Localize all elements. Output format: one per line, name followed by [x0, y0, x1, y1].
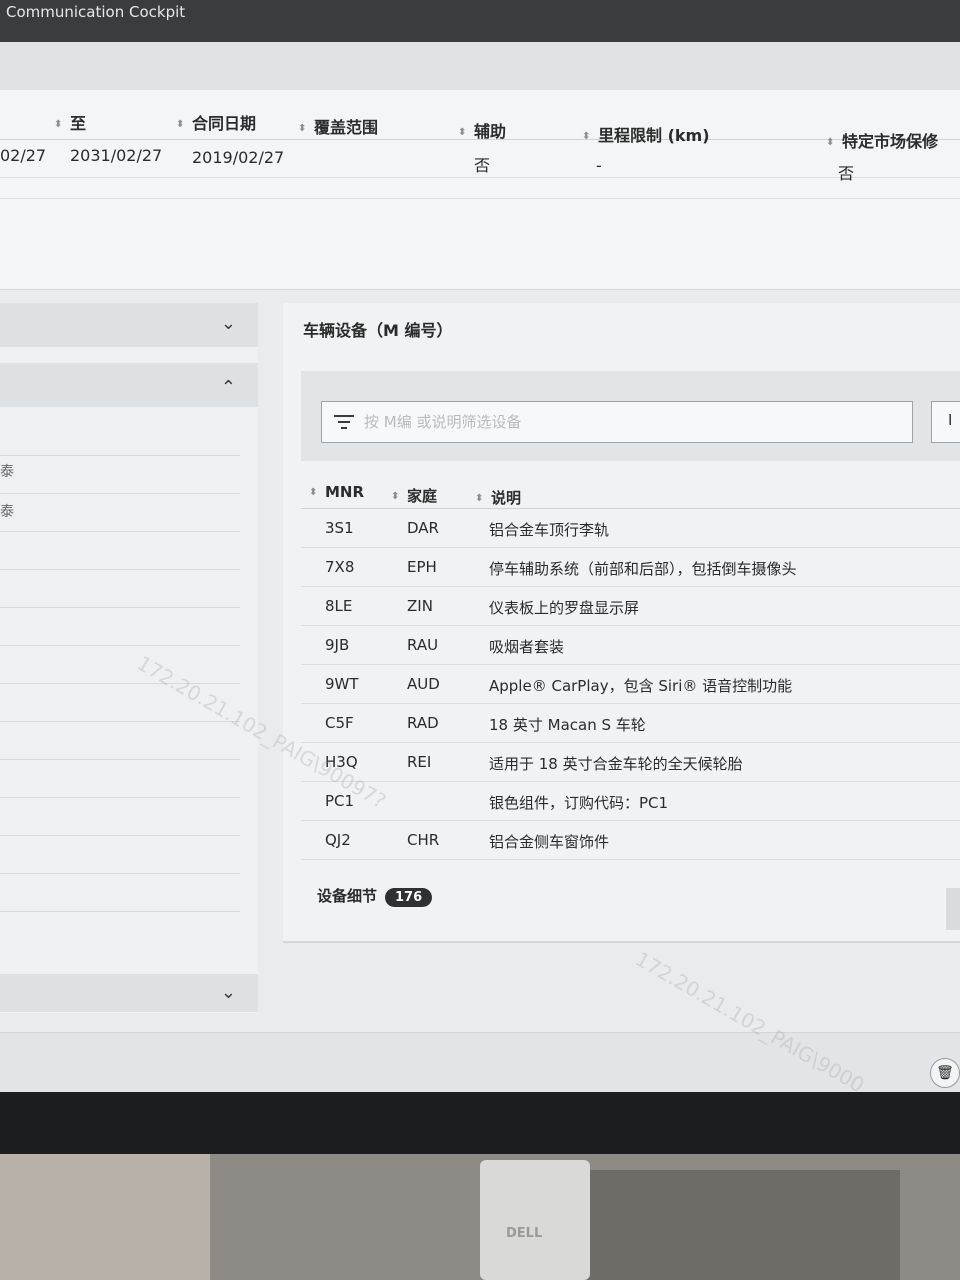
desk-item — [0, 1154, 210, 1280]
divider — [0, 198, 960, 199]
equipment-filter-input[interactable]: 按 M编 或说明筛选设备 — [321, 401, 913, 443]
accordion-collapsed-bottom[interactable]: ⌄ — [0, 974, 258, 1012]
divider — [0, 607, 240, 608]
contract-table: ⬍ 至 ⬍ 合同日期 ⬍ 覆盖范围 ⬍ 辅助 ⬍ 里程限制 (km) ⬍ 特定市场保修 02… — [0, 90, 960, 290]
sort-icon: ⬍ — [54, 118, 63, 130]
left-panel: ⌄ ⌃ 泰 泰 — [0, 303, 258, 1013]
chevron-down-icon: ⌄ — [220, 313, 236, 334]
cell-from: 02/27 — [0, 146, 47, 165]
equipment-table-header: ⬍ MNR ⬍ 家庭 ⬍ 说明 — [301, 475, 960, 509]
divider — [0, 759, 240, 760]
divider — [0, 683, 240, 684]
accordion-expanded[interactable]: ⌃ — [0, 363, 258, 407]
sort-icon: ⬍ — [391, 490, 400, 502]
sort-icon: ⬍ — [298, 122, 307, 134]
summary-label: 设备细节 — [317, 887, 378, 905]
divider — [0, 873, 240, 874]
sort-icon: ⬍ — [176, 118, 185, 130]
cell-to: 2031/02/27 — [70, 146, 163, 165]
col-header-assist[interactable]: ⬍ 辅助 — [458, 118, 506, 142]
filter-bar: 按 M编 或说明筛选设备 I — [301, 371, 960, 461]
monitor-brand-logo: DELL — [506, 1226, 543, 1241]
col-header-contract-date[interactable]: ⬍ 合同日期 — [176, 110, 256, 134]
sort-icon: ⬍ — [458, 126, 467, 138]
table-row[interactable]: 7X8 EPH 停车辅助系统（前部和后部），包括倒车摄像头 — [301, 548, 960, 587]
table-row[interactable]: 8LE ZIN 仪表板上的罗盘显示屏 — [301, 587, 960, 626]
cell-mileage-limit: - — [596, 156, 602, 175]
table-row[interactable]: 9JB RAU 吸烟者套装 — [301, 626, 960, 665]
divider — [0, 645, 240, 646]
desk-item — [560, 1170, 900, 1280]
toolbar-strip — [0, 42, 960, 90]
count-badge: 176 — [385, 888, 433, 907]
panel-title: 车辆设备（M 编号） — [303, 321, 453, 340]
truncated-text: 泰 — [0, 504, 14, 520]
vehicle-equipment-panel: 车辆设备（M 编号） 按 M编 或说明筛选设备 I ⬍ MNR ⬍ 家庭 ⬍ 说明 3… — [283, 303, 960, 943]
divider — [0, 569, 240, 570]
divider — [0, 797, 240, 798]
sort-icon: ⬍ — [475, 492, 484, 504]
sort-icon: ⬍ — [582, 130, 591, 142]
filter-placeholder: 按 M编 或说明筛选设备 — [364, 413, 522, 431]
table-row[interactable]: C5F RAD 18 英寸 Macan S 车轮 — [301, 704, 960, 743]
divider — [0, 455, 240, 456]
chevron-up-icon: ⌃ — [220, 377, 236, 398]
col-header-mnr[interactable]: ⬍ MNR — [309, 483, 364, 501]
monitor-bezel — [0, 1092, 960, 1154]
divider — [0, 531, 240, 532]
col-header-description[interactable]: ⬍ 说明 — [475, 487, 521, 508]
window-titlebar: Communication Cockpit — [0, 0, 960, 42]
accordion-collapsed[interactable]: ⌄ — [0, 303, 258, 347]
divider — [0, 911, 240, 912]
chevron-down-icon: ⌄ — [220, 982, 236, 1003]
scrollbar-thumb[interactable] — [946, 888, 960, 930]
sort-icon: ⬍ — [309, 486, 318, 498]
contract-table-header: ⬍ 至 ⬍ 合同日期 ⬍ 覆盖范围 ⬍ 辅助 ⬍ 里程限制 (km) ⬍ 特定市场保修 — [0, 104, 960, 151]
contract-row[interactable]: 02/27 2031/02/27 2019/02/27 否 - 否 — [0, 142, 960, 183]
cell-market-warranty: 否 — [838, 164, 855, 183]
col-header-to[interactable]: ⬍ 至 — [54, 110, 86, 134]
monitor-stand — [480, 1160, 590, 1280]
truncated-text: 泰 — [0, 464, 14, 480]
table-row[interactable]: 3S1 DAR 铝合金车顶行李轨 — [301, 509, 960, 548]
divider — [0, 721, 240, 722]
filter-side-button[interactable]: I — [931, 401, 960, 443]
divider — [0, 835, 240, 836]
equipment-details-summary[interactable]: 设备细节 176 — [317, 885, 433, 907]
app-screen: Communication Cockpit ⬍ 至 ⬍ 合同日期 ⬍ 覆盖范围 ⬍ 辅助… — [0, 0, 960, 1120]
table-row[interactable]: H3Q REI 适用于 18 英寸合金车轮的全天候轮胎 — [301, 743, 960, 782]
cell-assist: 否 — [474, 156, 491, 175]
trash-icon[interactable]: 🗑 — [930, 1058, 960, 1088]
table-row[interactable]: 9WT AUD Apple® CarPlay，包含 Siri® 语音控制功能 — [301, 665, 960, 704]
divider — [0, 493, 240, 494]
cell-contract-date: 2019/02/27 — [192, 148, 285, 167]
table-row[interactable]: PC1 银色组件，订购代码：PC1 — [301, 782, 960, 821]
col-header-coverage[interactable]: ⬍ 覆盖范围 — [298, 114, 378, 138]
col-header-family[interactable]: ⬍ 家庭 — [391, 485, 437, 506]
filter-icon — [334, 413, 354, 431]
table-row[interactable]: QJ2 CHR 铝合金侧车窗饰件 — [301, 821, 960, 860]
window-title: Communication Cockpit — [6, 3, 186, 21]
